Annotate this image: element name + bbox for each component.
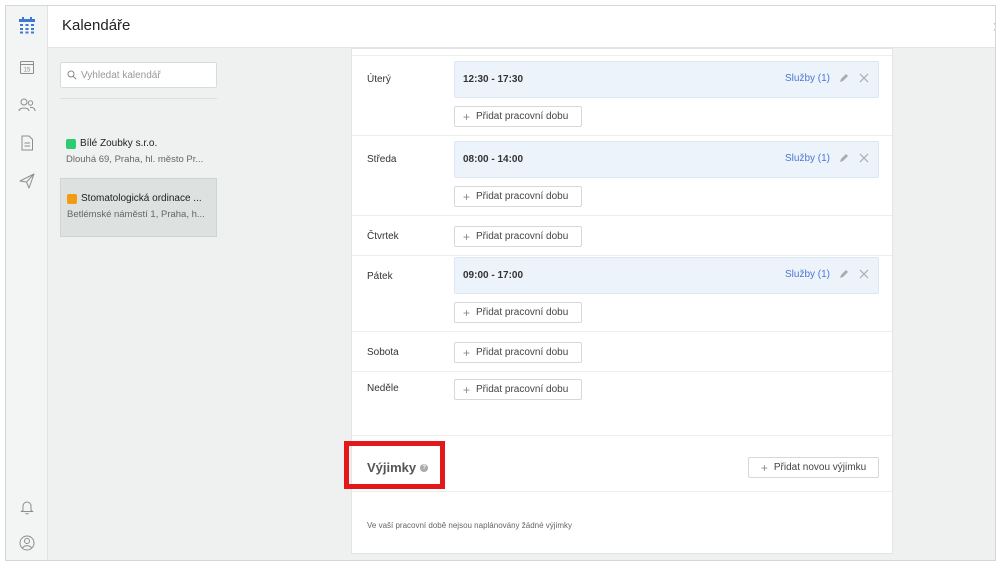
add-working-hours-label: Přidat pracovní dobu — [476, 231, 569, 242]
edit-icon[interactable] — [838, 152, 850, 164]
search-icon — [67, 70, 77, 80]
close-icon[interactable] — [858, 152, 870, 164]
plus-icon: + — [760, 460, 768, 475]
day-label-sunday: Neděle — [367, 383, 399, 394]
add-working-hours-button[interactable]: + Přidat pracovní dobu — [454, 226, 582, 247]
slot-time: 09:00 - 17:00 — [463, 270, 524, 281]
section-divider — [352, 491, 892, 492]
row-divider — [352, 215, 892, 216]
add-exception-label: Přidat novou výjimku — [773, 462, 867, 473]
slot-actions: Služby (1) — [785, 268, 870, 280]
add-working-hours-label: Přidat pracovní dobu — [476, 307, 569, 318]
plus-icon: + — [463, 382, 471, 397]
account-icon[interactable] — [14, 530, 40, 556]
services-link[interactable]: Služby (1) — [785, 269, 830, 280]
row-divider — [352, 331, 892, 332]
add-working-hours-button[interactable]: + Přidat pracovní dobu — [454, 106, 582, 127]
calendar-app-icon[interactable] — [14, 12, 40, 38]
calendar-color-swatch — [66, 138, 76, 149]
slot-actions: Služby (1) — [785, 72, 870, 84]
plus-icon: + — [463, 109, 471, 124]
edit-icon[interactable] — [838, 268, 850, 280]
calendars-sidebar: Bílé Zoubky s.r.o. Dlouhá 69, Praha, hl.… — [48, 48, 232, 560]
time-slot-wednesday[interactable]: 08:00 - 14:00 Služby (1) — [454, 141, 879, 178]
add-working-hours-button[interactable]: + Přidat pracovní dobu — [454, 186, 582, 207]
working-hours-panel: Úterý 12:30 - 17:30 Služby (1) + Přidat … — [344, 48, 893, 554]
top-header: Kalendáře › — [48, 6, 995, 48]
add-working-hours-button[interactable]: + Přidat pracovní dobu — [454, 302, 582, 323]
users-icon[interactable] — [14, 92, 40, 118]
row-divider — [352, 255, 892, 256]
send-icon[interactable] — [14, 168, 40, 194]
section-divider — [352, 435, 892, 436]
divider — [60, 98, 217, 99]
add-working-hours-button[interactable]: + Přidat pracovní dobu — [454, 342, 582, 363]
row-divider — [352, 135, 892, 136]
services-link[interactable]: Služby (1) — [785, 153, 830, 164]
exceptions-title: Výjimky ? — [367, 460, 429, 475]
close-icon[interactable] — [858, 72, 870, 84]
plus-icon: + — [463, 189, 471, 204]
calendar-day-icon[interactable]: 15 — [14, 54, 40, 80]
calendar-address: Dlouhá 69, Praha, hl. město Pr... — [66, 154, 204, 165]
day-label-saturday: Sobota — [367, 347, 399, 358]
slot-actions: Služby (1) — [785, 152, 870, 164]
icon-rail: 15 — [6, 6, 48, 560]
calendar-name-row: Stomatologická ordinace ... — [67, 193, 210, 204]
day-label-friday: Pátek — [367, 271, 393, 282]
services-link[interactable]: Služby (1) — [785, 73, 830, 84]
calendar-item-stomatologicka[interactable]: Stomatologická ordinace ... Betlémské ná… — [60, 178, 217, 237]
slot-time: 08:00 - 14:00 — [463, 154, 524, 165]
calendar-day-number: 15 — [24, 68, 31, 74]
app-window: 15 Kalendáře Vyhledat kalendář Bílé Zoub… — [5, 5, 996, 561]
day-label-tuesday: Úterý — [367, 74, 391, 85]
plus-icon: + — [463, 345, 471, 360]
time-slot-friday[interactable]: 09:00 - 17:00 Služby (1) — [454, 257, 879, 294]
calendar-color-swatch — [67, 193, 77, 204]
page-title: Kalendáře — [62, 17, 131, 34]
calendar-name-row: Bílé Zoubky s.r.o. — [66, 138, 211, 149]
exceptions-empty-message: Ve vaší pracovní době nejsou naplánovány… — [367, 521, 573, 530]
plus-icon: + — [463, 305, 471, 320]
calendar-address: Betlémské náměstí 1, Praha, h... — [67, 209, 205, 220]
search-input[interactable] — [81, 69, 211, 81]
slot-time: 12:30 - 17:30 — [463, 74, 524, 85]
document-icon[interactable] — [14, 130, 40, 156]
add-working-hours-button[interactable]: + Přidat pracovní dobu — [454, 379, 582, 400]
day-label-thursday: Čtvrtek — [367, 231, 399, 242]
add-working-hours-label: Přidat pracovní dobu — [476, 191, 569, 202]
info-icon[interactable]: ? — [420, 463, 429, 472]
chevron-right-icon[interactable]: › — [993, 16, 995, 37]
add-working-hours-label: Přidat pracovní dobu — [476, 384, 569, 395]
calendar-name: Bílé Zoubky s.r.o. — [80, 138, 158, 149]
day-label-wednesday: Středa — [367, 154, 397, 165]
row-divider — [352, 55, 892, 56]
plus-icon: + — [463, 229, 471, 244]
add-working-hours-label: Přidat pracovní dobu — [476, 111, 569, 122]
search-box[interactable] — [60, 62, 217, 88]
calendar-name: Stomatologická ordinace ... — [81, 193, 202, 204]
add-exception-button[interactable]: + Přidat novou výjimku — [748, 457, 879, 478]
edit-icon[interactable] — [838, 72, 850, 84]
close-icon[interactable] — [858, 268, 870, 280]
time-slot-tuesday[interactable]: 12:30 - 17:30 Služby (1) — [454, 61, 879, 98]
add-working-hours-label: Přidat pracovní dobu — [476, 347, 569, 358]
bell-icon[interactable] — [14, 494, 40, 520]
row-divider — [352, 371, 892, 372]
calendar-item-bile-zoubky[interactable]: Bílé Zoubky s.r.o. Dlouhá 69, Praha, hl.… — [60, 130, 217, 173]
exceptions-title-text: Výjimky — [367, 460, 417, 475]
